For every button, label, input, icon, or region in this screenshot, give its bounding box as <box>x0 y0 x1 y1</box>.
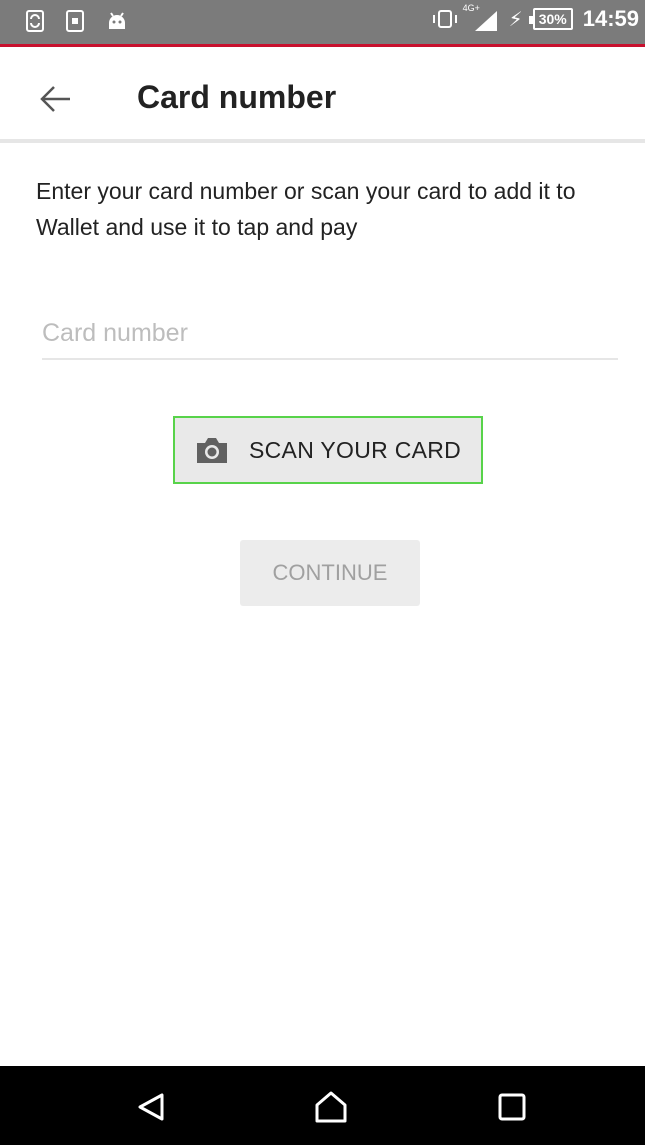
scan-card-button[interactable]: SCAN YOUR CARD <box>173 416 483 484</box>
battery-icon: 30% <box>528 8 573 30</box>
clock: 14:59 <box>582 6 639 31</box>
sync-icon <box>26 10 44 32</box>
description-text: Enter your card number or scan your card… <box>36 178 576 240</box>
signal-indicator: 4G+ <box>463 3 499 31</box>
signal-icon <box>474 11 497 31</box>
app-bar: Card number <box>0 47 645 143</box>
scan-button-label: SCAN YOUR CARD <box>249 436 462 463</box>
vibrate-icon <box>432 10 457 28</box>
navigation-bar <box>0 1066 645 1145</box>
status-right-icons: 4G+ ⚡ 30% 14:59 <box>431 3 639 32</box>
status-left-icons <box>26 10 128 32</box>
camera-icon <box>197 438 227 463</box>
continue-button-label: CONTINUE <box>272 560 388 585</box>
charging-icon: ⚡ <box>508 8 523 31</box>
home-icon[interactable] <box>313 1089 349 1125</box>
status-bar: 4G+ ⚡ 30% 14:59 <box>0 0 645 47</box>
arrow-back-icon[interactable] <box>38 81 74 117</box>
main-content: Enter your card number or scan your card… <box>0 143 645 1063</box>
back-icon[interactable] <box>134 1089 170 1125</box>
recents-icon[interactable] <box>494 1089 530 1125</box>
android-icon <box>109 12 125 29</box>
card-number-input[interactable] <box>42 308 618 360</box>
battery-level: 30% <box>538 11 567 27</box>
sim-icon <box>66 10 84 32</box>
continue-button[interactable]: CONTINUE <box>240 540 420 606</box>
page-title: Card number <box>137 79 337 115</box>
